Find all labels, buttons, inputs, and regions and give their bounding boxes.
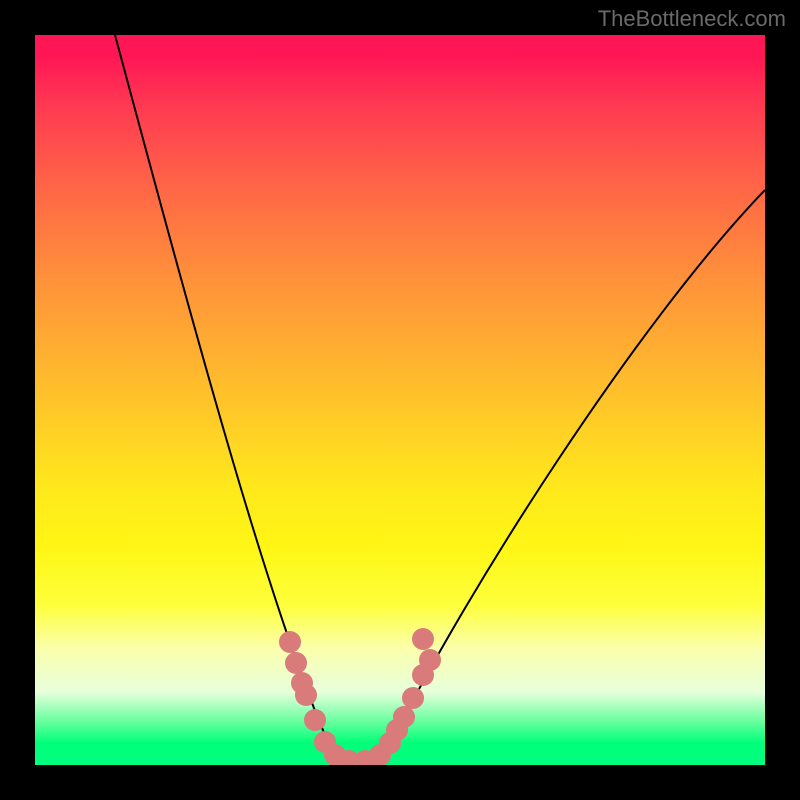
optimal-marker xyxy=(279,631,301,653)
chart-svg xyxy=(35,35,765,765)
optimal-marker xyxy=(304,709,326,731)
optimal-marker xyxy=(295,684,317,706)
optimal-marker xyxy=(285,652,307,674)
watermark-text: TheBottleneck.com xyxy=(598,6,786,32)
chart-plot-area xyxy=(35,35,765,765)
optimal-marker xyxy=(412,628,434,650)
optimal-marker xyxy=(393,706,415,728)
optimal-marker xyxy=(419,649,441,671)
optimal-markers-group xyxy=(279,628,441,765)
optimal-marker xyxy=(402,687,424,709)
